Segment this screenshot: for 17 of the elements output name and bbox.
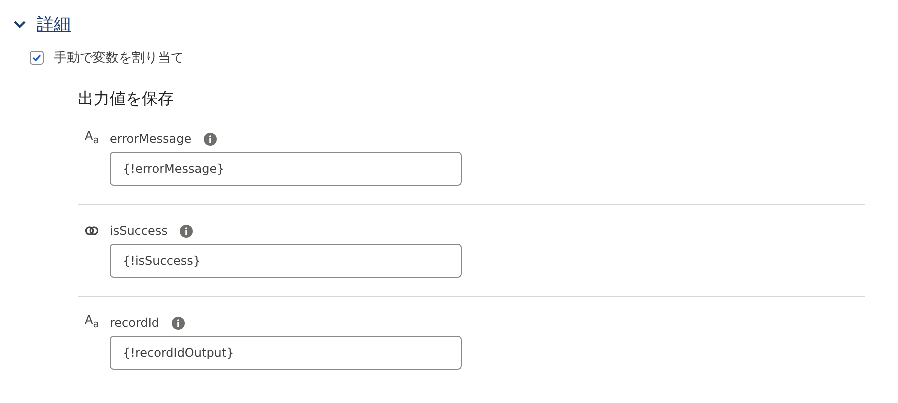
input-field[interactable]: {!recordIdOutput} [110,336,462,370]
info-icon[interactable] [180,224,193,238]
input-field[interactable]: {!isSuccess} [110,244,462,278]
chevron-icon[interactable] [13,20,27,30]
info-icon[interactable] [204,132,217,146]
input-field[interactable]: {!errorMessage} [110,152,462,186]
checkbox[interactable] [30,51,44,65]
text-type-icon: A$_{a}$ [85,314,100,332]
field-label: errorMessage [110,132,192,146]
info-icon[interactable] [172,316,184,330]
section-heading: 出力値を保存 [78,89,175,110]
field-label: isSuccess [110,224,168,238]
checkbox-label: 手動で変数を割り当て [54,50,184,67]
field-label: recordId [110,316,160,330]
section-title-link[interactable]: 詳細 [37,14,71,36]
toggle-type-icon [85,226,99,236]
text-type-icon: A$_{a}$ [85,130,100,148]
